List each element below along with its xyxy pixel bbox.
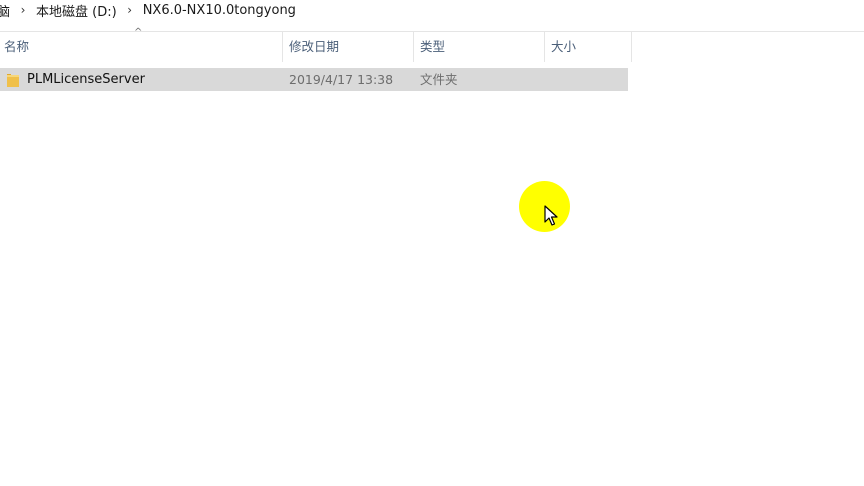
file-explorer-window: 脑 › 本地磁盘 (D:) › NX6.0-NX10.0tongyong 名称 … <box>0 0 864 486</box>
column-header-size[interactable]: 大小 <box>545 32 632 62</box>
column-header-type[interactable]: 类型 <box>414 32 545 62</box>
file-type: 文件夹 <box>420 72 458 87</box>
breadcrumb-chevron-icon[interactable]: › <box>17 3 29 18</box>
folder-icon <box>7 74 19 87</box>
breadcrumb-item-this-pc[interactable]: 脑 <box>0 1 10 20</box>
file-row[interactable]: PLMLicenseServer 2019/4/17 13:38 文件夹 <box>0 68 628 91</box>
file-date-modified: 2019/4/17 13:38 <box>289 72 394 87</box>
column-header-name[interactable]: 名称 ^ <box>0 27 283 62</box>
file-name: PLMLicenseServer <box>27 72 145 87</box>
column-header-date-modified[interactable]: 修改日期 <box>283 32 414 62</box>
sort-ascending-icon: ^ <box>134 27 143 38</box>
column-header-name-label: 名称 <box>4 39 30 54</box>
mouse-pointer-icon <box>544 205 558 226</box>
column-headers: 名称 ^ 修改日期 类型 大小 <box>0 27 632 62</box>
breadcrumb-item-local-disk[interactable]: 本地磁盘 (D:) <box>36 1 117 20</box>
breadcrumb-chevron-icon[interactable]: › <box>124 3 136 18</box>
breadcrumb: 脑 › 本地磁盘 (D:) › NX6.0-NX10.0tongyong <box>0 0 864 21</box>
breadcrumb-item-current-folder[interactable]: NX6.0-NX10.0tongyong <box>143 3 296 18</box>
